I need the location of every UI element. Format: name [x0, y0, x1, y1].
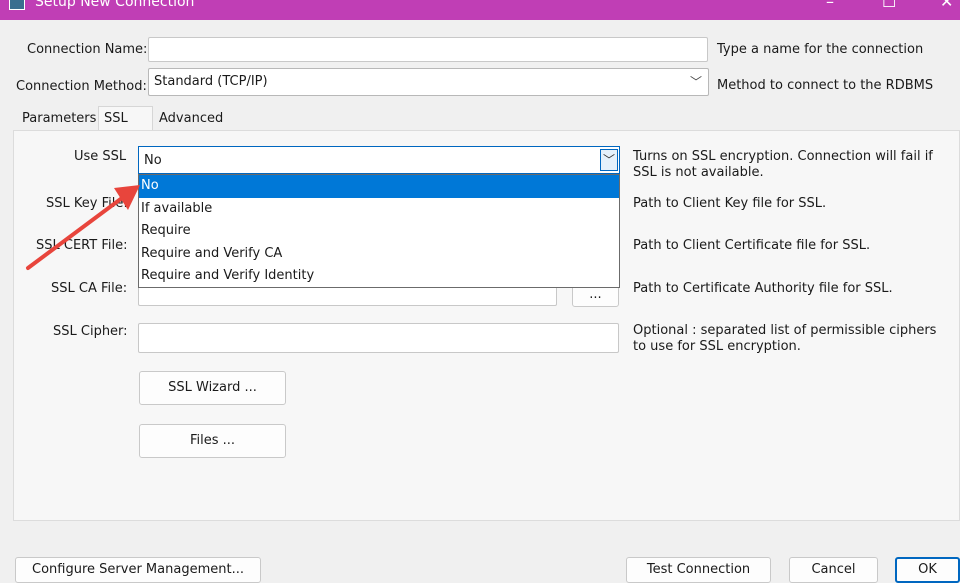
- tab-parameters[interactable]: Parameters: [17, 107, 101, 131]
- chevron-down-icon[interactable]: ﹀: [600, 149, 618, 171]
- ssl-cipher-input[interactable]: [138, 323, 619, 353]
- ssl-ca-file-label: SSL CA File:: [51, 281, 128, 296]
- dropdown-option-require[interactable]: Require: [139, 220, 619, 243]
- configure-server-management-button[interactable]: Configure Server Management...: [15, 557, 261, 583]
- ssl-cipher-label: SSL Cipher:: [53, 324, 128, 339]
- files-button[interactable]: Files ...: [139, 424, 286, 458]
- app-icon: [9, 0, 25, 10]
- use-ssl-select[interactable]: No ﹀: [138, 146, 620, 174]
- title-bar: Setup New Connection – ☐ ✕: [0, 0, 960, 20]
- use-ssl-dropdown: No If available Require Require and Veri…: [138, 174, 620, 288]
- cancel-button[interactable]: Cancel: [789, 557, 878, 583]
- connection-method-label: Connection Method:: [16, 79, 147, 94]
- use-ssl-label: Use SSL: [74, 149, 127, 164]
- connection-name-input[interactable]: [148, 37, 708, 62]
- dropdown-option-no[interactable]: No: [139, 175, 619, 198]
- close-icon[interactable]: ✕: [940, 0, 953, 11]
- use-ssl-hint: Turns on SSL encryption. Connection will…: [633, 149, 933, 180]
- ssl-cipher-hint: Optional : separated list of permissible…: [633, 323, 937, 354]
- dropdown-option-require-verify-identity[interactable]: Require and Verify Identity: [139, 265, 619, 288]
- connection-name-hint: Type a name for the connection: [717, 42, 924, 57]
- connection-method-select[interactable]: Standard (TCP/IP) ﹀: [148, 68, 709, 96]
- chevron-down-icon: ﹀: [689, 75, 702, 89]
- connection-method-hint: Method to connect to the RDBMS: [717, 78, 934, 93]
- ssl-key-file-hint: Path to Client Key file for SSL.: [633, 196, 827, 211]
- ssl-ca-file-hint: Path to Certificate Authority file for S…: [633, 281, 893, 296]
- use-ssl-value: No: [144, 153, 162, 168]
- annotation-arrow-icon: [26, 185, 140, 270]
- ok-button[interactable]: OK: [895, 557, 960, 583]
- connection-method-value: Standard (TCP/IP): [154, 74, 268, 89]
- tab-ssl[interactable]: SSL: [98, 106, 153, 130]
- connection-name-label: Connection Name:: [27, 42, 148, 57]
- dropdown-option-require-verify-ca[interactable]: Require and Verify CA: [139, 243, 619, 266]
- minimize-icon[interactable]: –: [826, 0, 834, 11]
- ssl-wizard-button[interactable]: SSL Wizard ...: [139, 371, 286, 405]
- ssl-ca-file-browse-button[interactable]: ...: [572, 285, 619, 307]
- window-title: Setup New Connection: [35, 0, 195, 10]
- dropdown-option-if-available[interactable]: If available: [139, 198, 619, 221]
- ssl-cert-file-hint: Path to Client Certificate file for SSL.: [633, 238, 871, 253]
- test-connection-button[interactable]: Test Connection: [626, 557, 771, 583]
- maximize-icon[interactable]: ☐: [882, 0, 896, 11]
- tab-advanced[interactable]: Advanced: [154, 107, 228, 131]
